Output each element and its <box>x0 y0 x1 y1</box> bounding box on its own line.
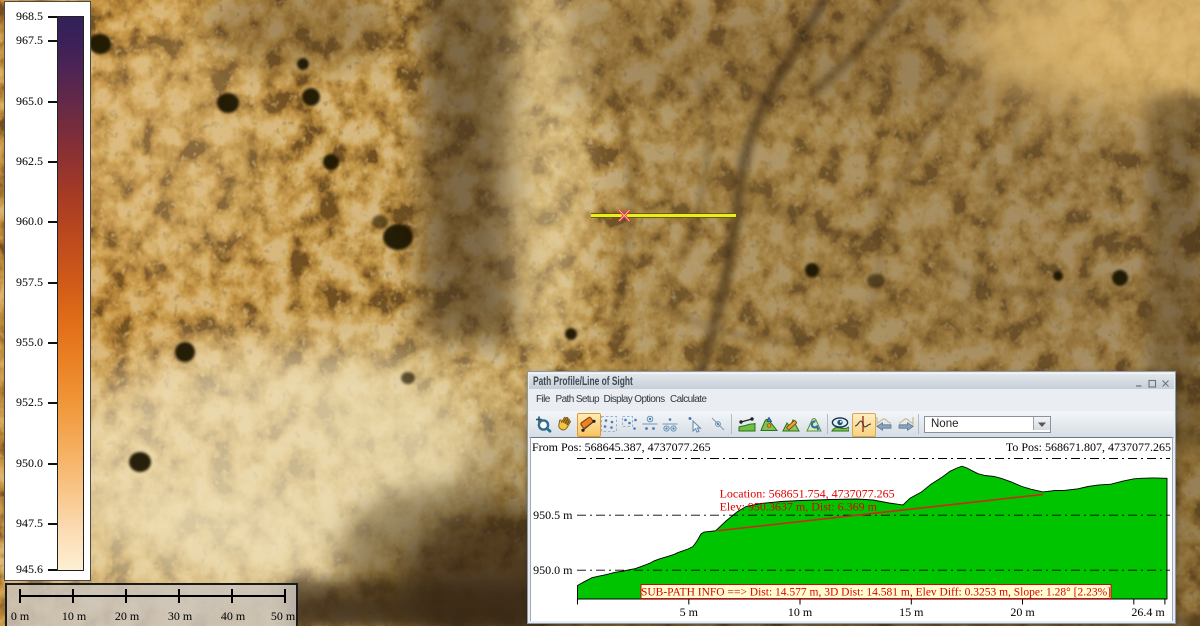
svg-text:950.5 m: 950.5 m <box>533 508 573 522</box>
svg-text:Elev: 950.3637 m, Dist: 6.369: Elev: 950.3637 m, Dist: 6.369 m <box>720 499 878 513</box>
svg-text:From Pos: 568645.387, 4737077.: From Pos: 568645.387, 4737077.265 <box>532 440 711 454</box>
svg-text:10 m: 10 m <box>788 605 813 619</box>
svg-text:26.4 m: 26.4 m <box>1131 605 1165 619</box>
svg-text:5 m: 5 m <box>680 605 699 619</box>
svg-text:15 m: 15 m <box>899 605 924 619</box>
svg-text:SUB-PATH INFO ==> Dist: 14.577: SUB-PATH INFO ==> Dist: 14.577 m, 3D Dis… <box>641 587 1111 599</box>
svg-text:950.0 m: 950.0 m <box>533 563 573 577</box>
svg-text:To Pos: 568671.807, 4737077.26: To Pos: 568671.807, 4737077.265 <box>1006 440 1171 454</box>
svg-text:20 m: 20 m <box>1010 605 1035 619</box>
